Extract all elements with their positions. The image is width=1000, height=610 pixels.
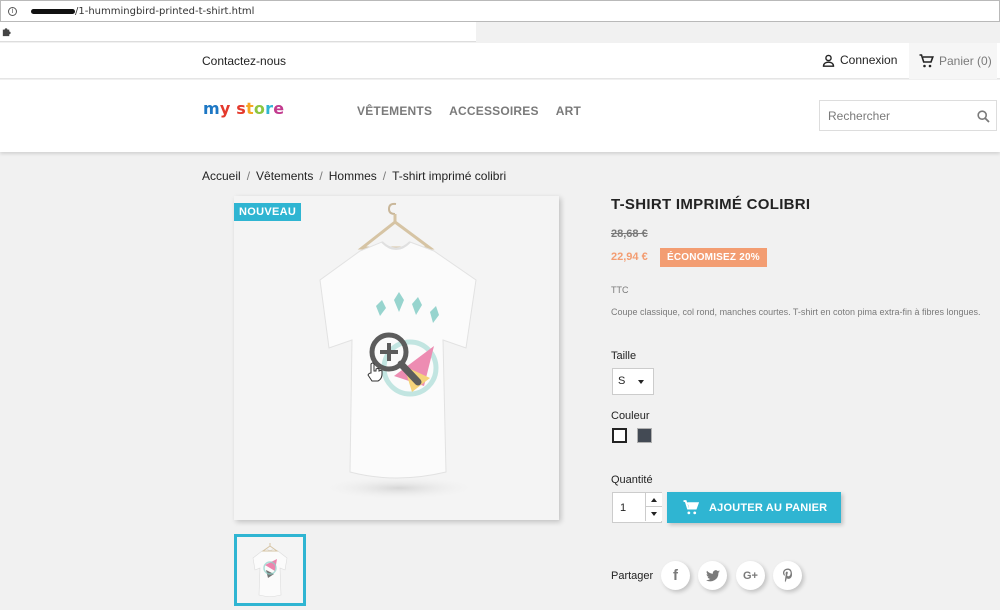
- menu-item-vetements[interactable]: VÊTEMENTS: [357, 104, 432, 118]
- store-logo[interactable]: my store: [203, 99, 284, 118]
- discount-badge: ÉCONOMISEZ 20%: [660, 248, 767, 267]
- product-thumbnail[interactable]: [234, 534, 306, 606]
- search-widget: [819, 100, 997, 131]
- logo-letter: e: [273, 99, 285, 118]
- color-swatch-dark[interactable]: [637, 428, 652, 443]
- menu-item-accessoires[interactable]: ACCESSOIRES: [449, 104, 539, 118]
- logo-letter: s: [236, 99, 247, 118]
- new-badge: NOUVEAU: [234, 203, 302, 221]
- login-link[interactable]: Connexion: [822, 53, 897, 67]
- facebook-icon: f: [673, 567, 678, 584]
- redacted-domain: [31, 8, 75, 14]
- caret-down-icon: [638, 380, 644, 384]
- cart-icon: [919, 54, 934, 68]
- menu-item-art[interactable]: ART: [556, 104, 581, 118]
- quantity-increase-button[interactable]: [645, 493, 662, 507]
- tshirt-illustration: [319, 202, 479, 500]
- logo-letter: r: [265, 99, 274, 118]
- login-label: Connexion: [840, 53, 898, 67]
- cart-label: Panier (0): [939, 54, 992, 68]
- search-input[interactable]: [820, 101, 970, 130]
- size-value: S: [618, 375, 626, 387]
- contact-link[interactable]: Contactez-nous: [202, 54, 286, 68]
- chevron-up-icon: [651, 497, 657, 502]
- quantity-label: Quantité: [611, 474, 653, 486]
- tshirt-thumbnail-image: [252, 543, 288, 597]
- logo-letter: t: [246, 99, 254, 118]
- product-title: T-SHIRT IMPRIMÉ COLIBRI: [611, 196, 811, 213]
- quantity-input[interactable]: [613, 493, 645, 522]
- color-label: Couleur: [611, 410, 650, 422]
- googleplus-share-button[interactable]: G+: [736, 561, 765, 590]
- puzzle-icon[interactable]: [1, 26, 12, 37]
- breadcrumb-hommes[interactable]: Hommes: [329, 169, 377, 183]
- chevron-down-icon: [651, 512, 657, 516]
- header-nav: Contactez-nous Connexion Panier (0): [0, 43, 1000, 79]
- size-select[interactable]: S: [612, 368, 654, 395]
- twitter-share-button[interactable]: [698, 561, 727, 590]
- breadcrumb-separator: /: [319, 169, 323, 183]
- facebook-share-button[interactable]: f: [661, 561, 690, 590]
- color-swatch-white[interactable]: [612, 428, 627, 443]
- search-icon[interactable]: [977, 110, 990, 123]
- regular-price: 28,68 €: [611, 228, 648, 240]
- header-top: my store VÊTEMENTS ACCESSOIRES ART: [0, 80, 1000, 152]
- user-icon: [822, 54, 835, 67]
- add-to-cart-label: AJOUTER AU PANIER: [709, 501, 828, 514]
- quantity-decrease-button[interactable]: [645, 507, 662, 521]
- logo-letter: y: [219, 99, 231, 118]
- breadcrumb: Accueil / Vêtements / Hommes / T-shirt i…: [202, 169, 506, 183]
- product-cover-image[interactable]: [234, 196, 559, 520]
- breadcrumb-vetements[interactable]: Vêtements: [256, 169, 313, 183]
- current-price: 22,94 €: [611, 251, 648, 263]
- breadcrumb-separator: /: [246, 169, 251, 183]
- breadcrumb-current: T-shirt imprimé colibri: [392, 169, 507, 183]
- main-menu: VÊTEMENTS ACCESSOIRES ART: [357, 104, 581, 118]
- breadcrumb-home[interactable]: Accueil: [202, 169, 241, 183]
- share-label: Partager: [611, 570, 654, 582]
- tax-label: TTC: [611, 285, 629, 295]
- pinterest-icon: [782, 568, 792, 583]
- product-description: Coupe classique, col rond, manches court…: [611, 307, 981, 317]
- twitter-icon: [705, 569, 720, 581]
- url-text: /1-hummingbird-printed-t-shirt.html: [75, 5, 255, 17]
- info-icon[interactable]: i: [8, 6, 17, 16]
- size-label: Taille: [611, 350, 637, 362]
- quantity-stepper: [612, 492, 662, 523]
- add-to-cart-button[interactable]: AJOUTER AU PANIER: [667, 492, 841, 523]
- extension-bar: [0, 22, 476, 42]
- breadcrumb-separator: /: [382, 169, 387, 183]
- browser-url-bar[interactable]: i /1-hummingbird-printed-t-shirt.html: [0, 0, 1000, 22]
- logo-letter: m: [203, 99, 220, 118]
- googleplus-icon: G+: [743, 569, 758, 582]
- pinterest-share-button[interactable]: [773, 561, 802, 590]
- cart-button[interactable]: Panier (0): [909, 43, 997, 79]
- logo-letter: o: [253, 99, 266, 118]
- cart-icon: [683, 500, 699, 515]
